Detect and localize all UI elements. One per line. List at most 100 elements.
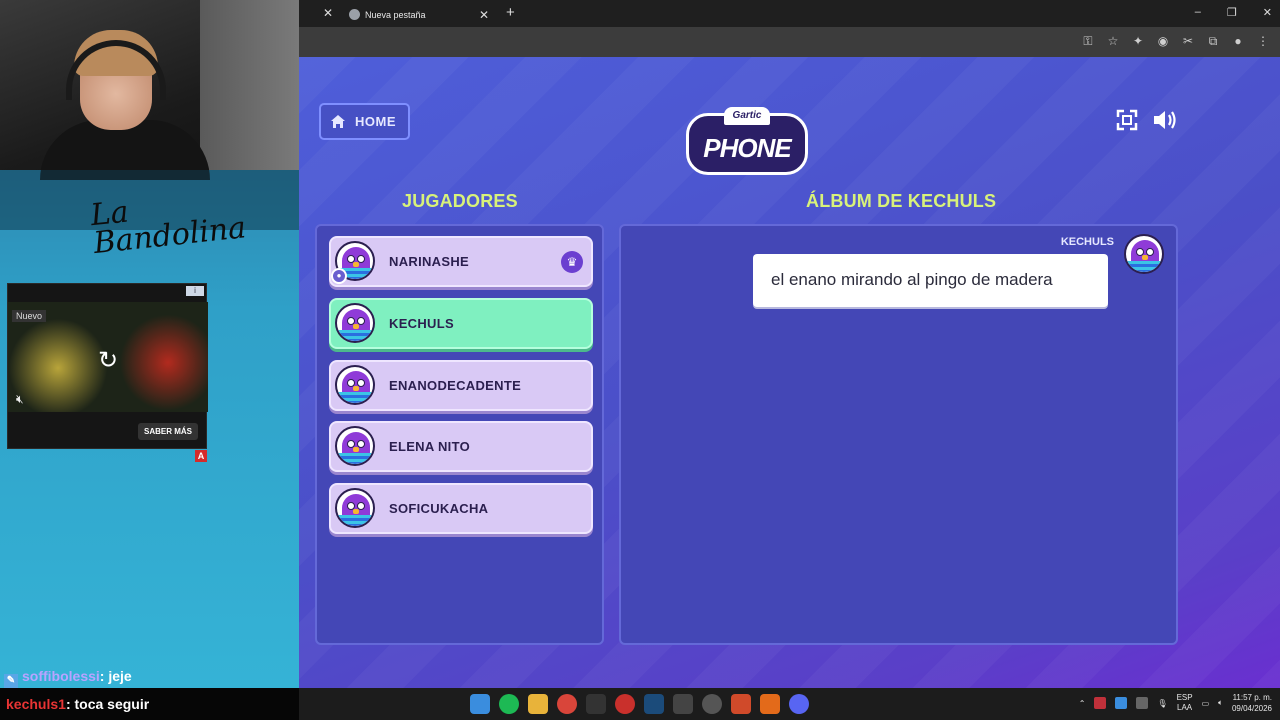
language-code: ESP xyxy=(1176,693,1193,702)
stream-overlay: La Bandolina i Nuevo ↻ 🔇︎ SABER MÁS A ✎ s… xyxy=(0,0,299,688)
steam-icon[interactable] xyxy=(644,694,664,714)
tab-new-tab[interactable]: Nueva pestaña ✕ xyxy=(341,3,497,27)
app-icon[interactable] xyxy=(615,694,635,714)
brave-icon[interactable] xyxy=(731,694,751,714)
clock-time: 11:57 p. m. xyxy=(1232,693,1272,702)
crown-icon: ♛ xyxy=(561,251,583,273)
clock-date: 09/04/2026 xyxy=(1231,704,1272,713)
clock[interactable]: 11:57 p. m. 09/04/2026 xyxy=(1232,692,1272,714)
new-tab-button[interactable]: + xyxy=(506,4,515,21)
speaker-icon[interactable]: 🔈︎ xyxy=(1218,698,1223,708)
home-button[interactable]: HOME xyxy=(319,103,410,140)
ad-badge: Nuevo xyxy=(12,310,47,322)
browser-window: ✕ Nueva pestaña ✕ + – ❐ ✕ ⚿ ☆ ✦ ◉ ✂ ⧉ ● … xyxy=(299,0,1280,688)
close-window-button[interactable]: ✕ xyxy=(1263,6,1272,19)
album-title: ÁLBUM DE KECHULS xyxy=(806,191,997,211)
tray-app-icon[interactable] xyxy=(1094,697,1107,709)
avatar xyxy=(335,365,375,405)
maximize-button[interactable]: ❐ xyxy=(1227,6,1237,19)
bookmark-star-icon[interactable]: ☆ xyxy=(1106,34,1120,49)
chat-text: : toca seguir xyxy=(65,696,150,712)
gartic-phone-logo: Gartic PHONE xyxy=(686,103,808,177)
taskbar: ⌃ 🎙︎ ESP LAA ▭ 🔈︎ 11:57 p. m. 09/04/2026 xyxy=(299,688,1280,720)
players-title: JUGADORES xyxy=(402,191,518,211)
player-card[interactable]: ELENA NITO xyxy=(329,421,593,472)
capcut-icon[interactable] xyxy=(673,694,693,714)
chat-username: kechuls1 xyxy=(6,696,66,712)
close-tab-icon[interactable]: ✕ xyxy=(479,8,489,22)
app-icon[interactable] xyxy=(760,694,780,714)
tray-app-icon[interactable] xyxy=(1115,697,1128,709)
fullscreen-icon[interactable] xyxy=(1116,109,1138,131)
player-name: ENANODECADENTE xyxy=(389,378,522,393)
chrome-icon[interactable] xyxy=(557,694,577,714)
menu-dots-icon[interactable]: ⋮ xyxy=(1256,34,1270,49)
chat-message: kechuls1: toca seguir xyxy=(0,688,299,720)
avatar xyxy=(335,488,375,528)
home-label: HOME xyxy=(355,114,396,129)
language-indicator[interactable]: ESP LAA xyxy=(1177,693,1193,713)
extension-icon[interactable]: ✦ xyxy=(1131,34,1145,49)
extensions-puzzle-icon[interactable]: ⧉ xyxy=(1206,34,1220,49)
extension-icon[interactable]: ✂ xyxy=(1181,34,1195,49)
ad-info-icon[interactable]: i xyxy=(186,286,204,296)
close-tab-icon[interactable]: ✕ xyxy=(323,6,333,20)
mute-icon[interactable]: 🔇︎ xyxy=(16,392,24,407)
player-name: KECHULS xyxy=(389,316,454,331)
obs-icon[interactable] xyxy=(702,694,722,714)
chevron-up-icon[interactable]: ⌃ xyxy=(1079,699,1086,708)
user-icon: ● xyxy=(331,268,347,284)
tab-bar: ✕ Nueva pestaña ✕ + – ❐ ✕ xyxy=(299,0,1280,27)
channel-logo: La Bandolina xyxy=(88,194,248,262)
window-controls: – ❐ ✕ xyxy=(1195,6,1272,19)
player-card[interactable]: ● NARINASHE ♛ xyxy=(329,236,593,287)
ad-learn-more-button[interactable]: SABER MÁS xyxy=(137,423,198,440)
players-panel: ● NARINASHE ♛ KECHULS ENANODECADENTE ELE… xyxy=(315,224,604,645)
player-name: SOFICUKACHA xyxy=(389,501,489,516)
webcam-feed xyxy=(0,0,299,180)
chat-username: soffibolessi xyxy=(22,668,100,684)
keyboard-layout: LAA xyxy=(1177,703,1193,712)
ad-mark: A xyxy=(195,450,207,462)
start-icon[interactable] xyxy=(470,694,490,714)
discord-icon[interactable] xyxy=(789,694,809,714)
network-icon[interactable]: ▭ xyxy=(1202,699,1210,708)
epic-games-icon[interactable] xyxy=(586,694,606,714)
author-avatar xyxy=(1124,234,1164,274)
tray-app-icon[interactable] xyxy=(1136,697,1149,709)
taskbar-apps xyxy=(470,694,809,714)
globe-icon xyxy=(349,9,360,20)
avatar xyxy=(335,426,375,466)
address-bar[interactable]: ⚿ ☆ ✦ ◉ ✂ ⧉ ● ⋮ xyxy=(299,27,1280,57)
spotify-icon[interactable] xyxy=(499,694,519,714)
webcam-background xyxy=(200,0,299,170)
chat-text: : jeje xyxy=(99,668,132,684)
chat-badge-icon: ✎ xyxy=(4,674,18,688)
album-author-name: KECHULS xyxy=(1060,236,1114,248)
top-controls xyxy=(1116,109,1180,131)
folder-icon[interactable] xyxy=(528,694,548,714)
logo-big-text: PHONE xyxy=(703,133,791,163)
logo-small-text: Gartic xyxy=(724,107,770,125)
volume-icon[interactable] xyxy=(1152,109,1180,131)
minimize-button[interactable]: – xyxy=(1195,6,1201,19)
replay-icon[interactable]: ↻ xyxy=(98,346,118,375)
player-card[interactable]: ENANODECADENTE xyxy=(329,360,593,411)
toolbar-icons: ⚿ ☆ ✦ ◉ ✂ ⧉ ● ⋮ xyxy=(1081,34,1270,49)
player-name: NARINASHE xyxy=(389,254,469,269)
tab-title: Nueva pestaña xyxy=(365,10,426,20)
microphone-icon[interactable]: 🎙︎ xyxy=(1157,699,1167,708)
system-tray: ⌃ 🎙︎ ESP LAA ▭ 🔈︎ 11:57 p. m. 09/04/2026 xyxy=(1079,692,1272,714)
avatar xyxy=(335,303,375,343)
album-phrase-bubble: el enano mirando al pingo de madera xyxy=(753,254,1108,307)
player-card[interactable]: SOFICUKACHA xyxy=(329,483,593,534)
profile-icon[interactable]: ● xyxy=(1231,34,1245,49)
chat-message: ✎ soffibolessi: jeje xyxy=(4,668,132,688)
gartic-phone-game: HOME Gartic PHONE JUGADORES ÁLBUM DE KEC… xyxy=(299,57,1280,688)
password-key-icon[interactable]: ⚿ xyxy=(1081,34,1095,49)
player-name: ELENA NITO xyxy=(389,439,471,454)
video-ad[interactable]: i Nuevo ↻ 🔇︎ SABER MÁS xyxy=(7,283,208,449)
extension-icon[interactable]: ◉ xyxy=(1156,34,1170,49)
album-panel: KECHULS el enano mirando al pingo de mad… xyxy=(619,224,1178,645)
player-card[interactable]: KECHULS xyxy=(329,298,593,349)
